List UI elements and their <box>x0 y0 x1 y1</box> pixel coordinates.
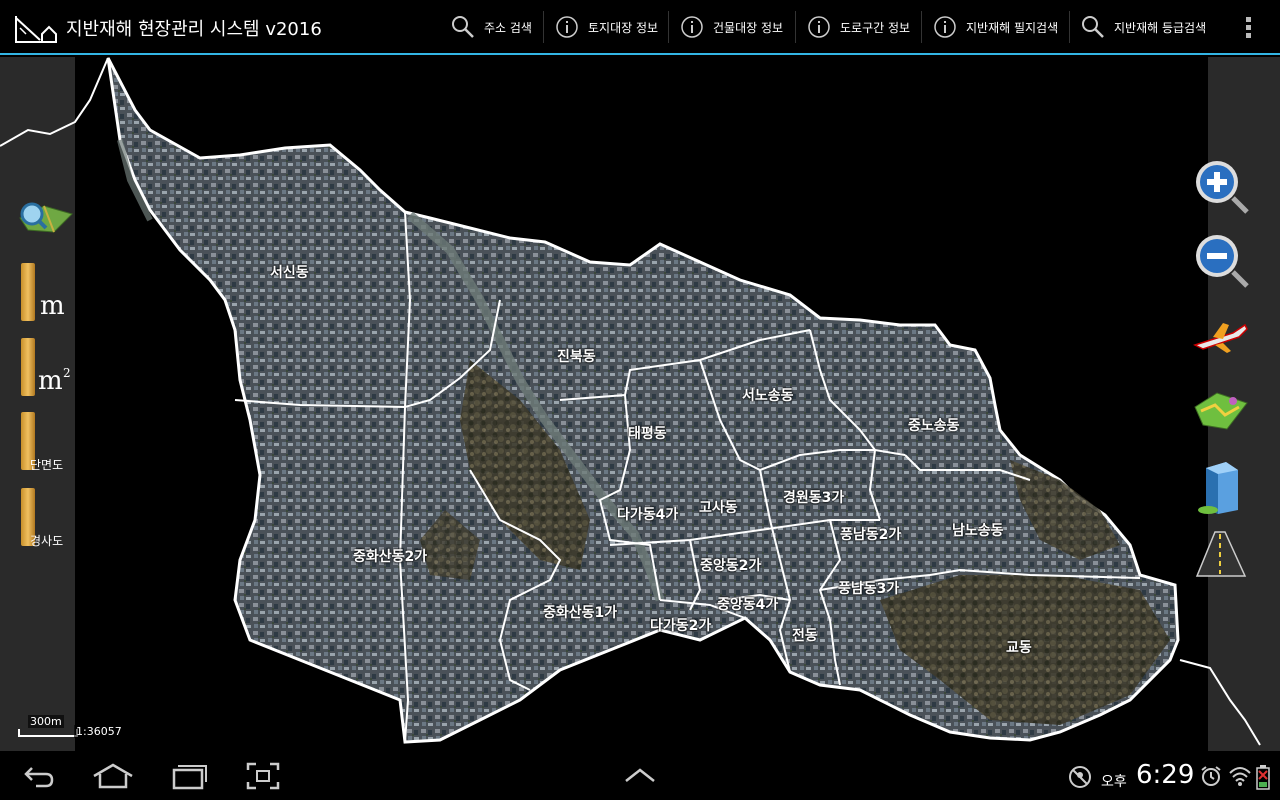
district-label: 다가동4가 <box>617 507 679 523</box>
screenshot-button[interactable] <box>246 762 280 790</box>
district-label: 중화산동1가 <box>543 605 618 621</box>
district-label: 중앙동4가 <box>717 597 779 613</box>
district-label: 풍남동3가 <box>838 581 900 597</box>
info-icon <box>806 14 832 40</box>
map-icon <box>1194 392 1248 430</box>
home-button[interactable] <box>92 762 134 790</box>
cross-section-button[interactable]: 단면도 <box>16 412 72 472</box>
action-bar: 지반재해 현장관리 시스템 v2016 주소 검색 토지대장 정보 건물대장 정… <box>0 0 1280 55</box>
scale-ratio: 1:36057 <box>74 725 124 738</box>
info-icon <box>554 14 580 40</box>
road-info-button[interactable] <box>1195 530 1247 578</box>
address-search-label: 주소 검색 <box>484 20 532 35</box>
building-info-button[interactable] <box>1196 458 1246 516</box>
scale-line <box>18 729 78 737</box>
district-label: 경원동3가 <box>783 490 845 506</box>
scale-distance: 300m <box>28 715 64 728</box>
home-icon <box>93 763 133 789</box>
alarm-icon <box>1200 765 1222 787</box>
screenshot-icon <box>246 762 280 790</box>
district-label: 태평동 <box>628 426 667 442</box>
airplane-icon <box>1193 323 1248 353</box>
road-section-info-button[interactable]: 도로구간 정보 <box>806 9 910 45</box>
district-label: 남노송동 <box>952 523 1004 539</box>
building-register-info-button[interactable]: 건물대장 정보 <box>679 9 783 45</box>
length-unit-label: m <box>40 291 65 321</box>
hazard-grade-search-button[interactable]: 지반재해 등급검색 <box>1080 9 1206 45</box>
clock-time: 6:29 <box>1136 760 1195 790</box>
hazard-parcel-search-button[interactable]: 지반재해 필지검색 <box>932 9 1058 45</box>
zoom-out-button[interactable] <box>1193 232 1253 292</box>
wifi-icon <box>1228 765 1252 787</box>
district-label: 교동 <box>1006 640 1032 656</box>
app-title: 지반재해 현장관리 시스템 v2016 <box>66 19 322 40</box>
map-search-tool-button[interactable] <box>14 198 74 238</box>
clock-ampm: 오후 <box>1101 774 1127 790</box>
district-label: 중노송동 <box>908 418 960 434</box>
building-register-info-label: 건물대장 정보 <box>713 20 784 35</box>
aerial-map[interactable]: 서신동 진북동 태평동 서노송동 중노송동 경원동3가 다가동4가 고사동 풍남… <box>0 57 1280 751</box>
building-icon <box>1198 462 1238 514</box>
recent-apps-button[interactable] <box>170 762 208 790</box>
area-unit-label: m <box>38 366 63 396</box>
overflow-menu-icon[interactable] <box>1238 15 1258 41</box>
district-label: 서노송동 <box>742 388 794 404</box>
info-icon <box>679 14 705 40</box>
distance-measure-button[interactable]: m <box>16 263 70 323</box>
recent-apps-icon <box>172 765 207 790</box>
cross-section-label: 단면도 <box>30 458 64 472</box>
hazard-grade-search-label: 지반재해 등급검색 <box>1114 20 1207 35</box>
slope-label: 경사도 <box>30 534 64 548</box>
district-label: 풍남동2가 <box>840 527 902 543</box>
hazard-parcel-search-label: 지반재해 필지검색 <box>966 20 1059 35</box>
menu-up-button[interactable] <box>624 766 656 784</box>
ruler-icon <box>21 263 35 321</box>
road-icon <box>1195 531 1247 577</box>
district-label: 다가동2가 <box>650 618 712 634</box>
district-label: 중앙동2가 <box>700 558 762 574</box>
land-register-info-button[interactable]: 토지대장 정보 <box>554 9 658 45</box>
district-label: 전동 <box>792 628 818 644</box>
search-icon <box>1080 14 1106 40</box>
location-off-icon <box>1068 765 1092 789</box>
outer-boundary-line <box>0 57 109 147</box>
district-label: 고사동 <box>699 500 738 516</box>
app-logo-icon <box>15 16 57 43</box>
district-label: 중화산동2가 <box>353 549 428 565</box>
back-icon <box>24 767 54 788</box>
back-button[interactable] <box>22 762 56 790</box>
zoom-in-button[interactable] <box>1193 158 1253 218</box>
chevron-up-icon <box>625 768 655 782</box>
district-label: 진북동 <box>557 349 596 365</box>
map-magnifier-icon <box>19 202 73 233</box>
district-label: 서신동 <box>270 265 309 281</box>
zoom-in-icon <box>1196 161 1249 214</box>
ruler-icon <box>21 338 35 396</box>
aerial-view-button[interactable] <box>1193 315 1249 359</box>
search-icon <box>450 14 476 40</box>
slope-button[interactable]: 경사도 <box>16 488 72 548</box>
address-search-button[interactable]: 주소 검색 <box>450 9 532 45</box>
outer-boundary-line <box>1179 659 1261 746</box>
area-unit-superscript: 2 <box>63 366 71 380</box>
topo-map-button[interactable] <box>1193 385 1249 437</box>
zoom-out-icon <box>1196 235 1249 288</box>
road-section-info-label: 도로구간 정보 <box>840 20 911 35</box>
area-measure-button[interactable]: m 2 <box>16 338 72 398</box>
info-icon <box>932 14 958 40</box>
battery-icon <box>1256 764 1270 790</box>
land-register-info-label: 토지대장 정보 <box>588 20 659 35</box>
